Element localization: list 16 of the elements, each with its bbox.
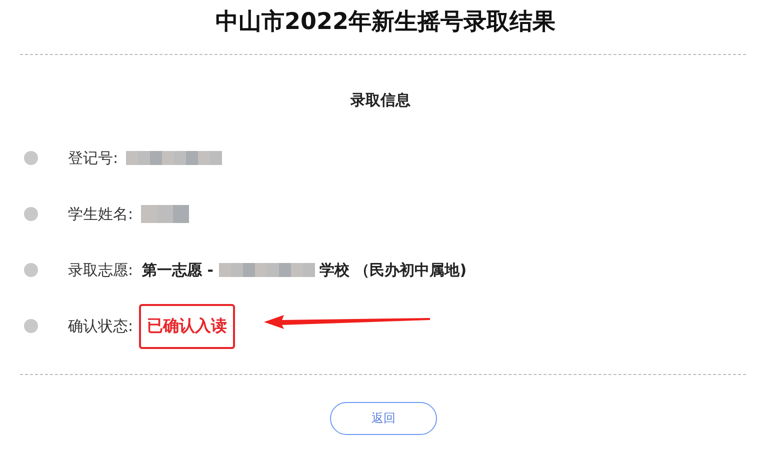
page-title: 中山市2022年新生摇号录取结果 — [214, 8, 556, 37]
field-label: 登记号: — [68, 148, 118, 168]
field-label: 录取志愿: — [68, 260, 134, 280]
field-value: 学校 （民办初中属地) — [320, 260, 467, 280]
section-title: 录取信息 — [350, 91, 412, 110]
bullet-icon — [24, 151, 38, 165]
redaction-mosaic — [141, 205, 190, 223]
bullet-icon — [24, 319, 38, 333]
status-value: 已确认入读 — [139, 304, 236, 348]
field-value: 第一志愿 - — [142, 260, 214, 280]
field-label: 确认状态: — [68, 316, 134, 336]
back-button[interactable]: 返回 — [330, 402, 437, 435]
bullet-icon — [24, 263, 38, 277]
field-label: 学生姓名: — [68, 204, 134, 224]
bullet-icon — [24, 207, 38, 221]
arrow-icon — [264, 315, 430, 329]
